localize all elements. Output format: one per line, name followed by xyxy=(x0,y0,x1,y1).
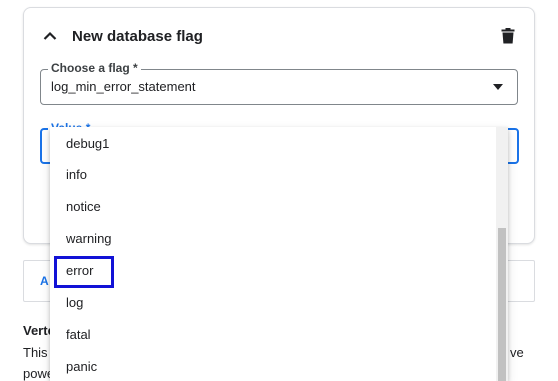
card-title: New database flag xyxy=(72,27,203,45)
menu-option-notice[interactable]: notice xyxy=(50,190,496,222)
dropdown-scrollbar[interactable] xyxy=(496,127,508,381)
background-tab-label: A xyxy=(40,274,49,288)
value-dropdown-menu: debug1 info notice warning error log fat… xyxy=(50,127,508,381)
background-text-line1: This xyxy=(23,345,48,360)
chevron-up-icon[interactable] xyxy=(38,24,62,48)
menu-option-log[interactable]: log xyxy=(50,286,496,318)
caret-down-icon xyxy=(493,84,503,90)
choose-flag-select[interactable]: Choose a flag * log_min_error_statement xyxy=(40,61,518,105)
choose-flag-value: log_min_error_statement xyxy=(51,79,196,94)
menu-option-debug1[interactable]: debug1 xyxy=(50,127,496,159)
menu-option-fatal[interactable]: fatal xyxy=(50,318,496,350)
menu-option-panic[interactable]: panic xyxy=(50,350,496,381)
choose-flag-label: Choose a flag * xyxy=(48,61,141,75)
card-header: New database flag xyxy=(38,24,520,48)
background-text-line1-tail: ve xyxy=(510,345,524,360)
menu-option-info[interactable]: info xyxy=(50,158,496,190)
trash-icon[interactable] xyxy=(496,24,520,48)
menu-option-error[interactable]: error xyxy=(50,254,496,286)
page: A Verte This ve powe New database flag C… xyxy=(0,0,558,381)
dropdown-scrollbar-thumb[interactable] xyxy=(498,228,506,381)
menu-option-warning[interactable]: warning xyxy=(50,222,496,254)
